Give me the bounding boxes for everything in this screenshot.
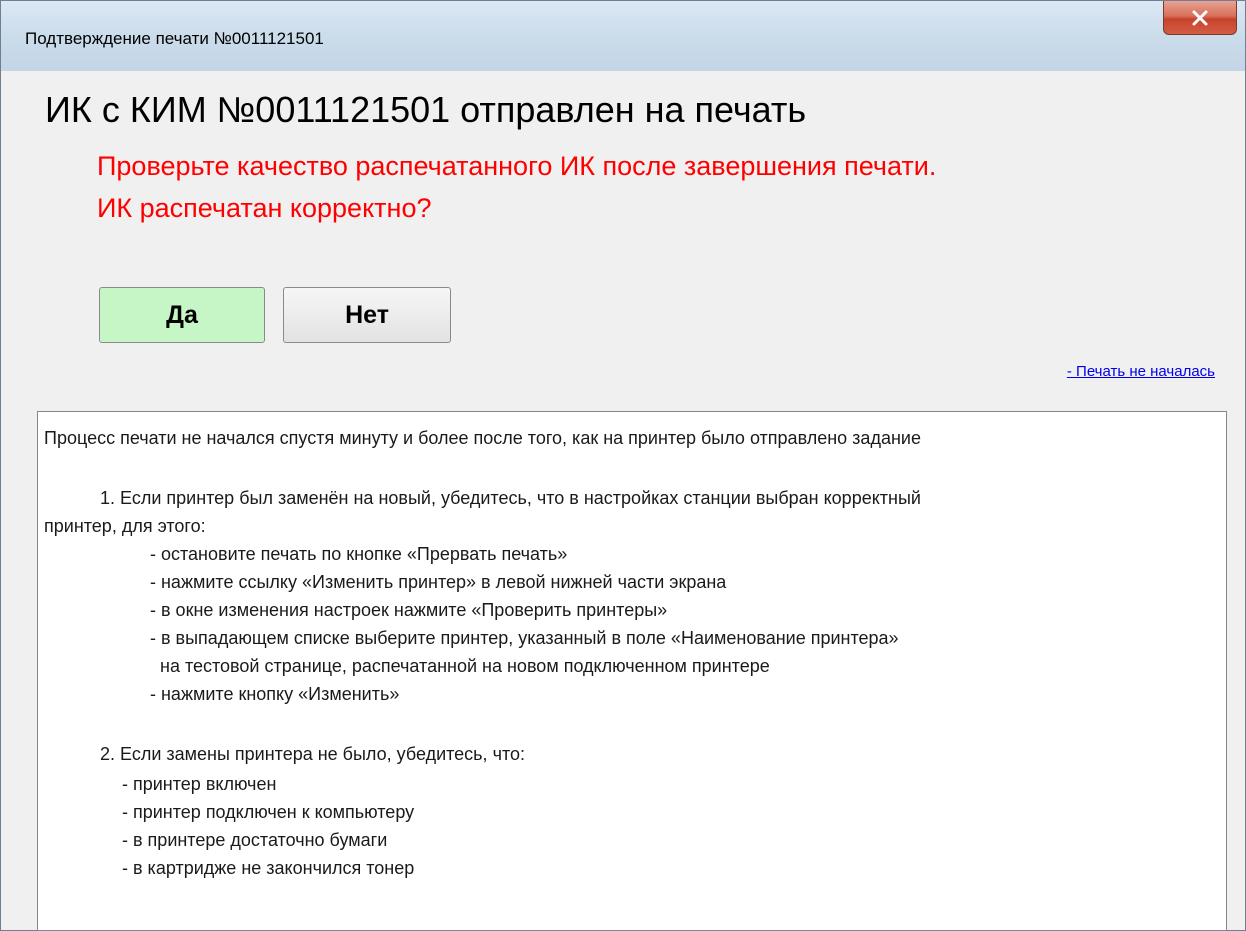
dialog-content: ИК с КИМ №0011121501 отправлен на печать… <box>9 71 1237 931</box>
instruction-line: - в окне изменения настроек нажмите «Про… <box>150 600 668 620</box>
print-confirmation-window: Подтверждение печати №0011121501 ИК с КИ… <box>0 0 1246 931</box>
instruction-line: - остановите печать по кнопке «Прервать … <box>150 544 568 564</box>
instruction-line: - в картридже не закончился тонер <box>122 858 415 878</box>
warning-line: Проверьте качество распечатанного ИК пос… <box>97 151 937 181</box>
instruction-line: - нажмите ссылку «Изменить принтер» в ле… <box>150 572 727 592</box>
instruction-line: 1. Если принтер был заменён на новый, уб… <box>100 488 921 508</box>
print-not-started-link[interactable]: - Печать не началась <box>1067 363 1215 380</box>
window-title: Подтверждение печати №0011121501 <box>25 29 324 48</box>
instruction-line: - принтер подключен к компьютеру <box>122 802 415 822</box>
instruction-line: - нажмите кнопку «Изменить» <box>150 684 400 704</box>
instruction-line: 2. Если замены принтера не было, убедите… <box>100 744 525 764</box>
instruction-line: Процесс печати не начался спустя минуту … <box>44 428 921 448</box>
instruction-line: - принтер включен <box>122 774 277 794</box>
instruction-line: на тестовой странице, распечатанной на н… <box>160 656 770 676</box>
instruction-line: принтер, для этого: <box>44 516 206 536</box>
warning-message: Проверьте качество распечатанного ИК пос… <box>97 145 936 229</box>
page-title: ИК с КИМ №0011121501 отправлен на печать <box>45 89 807 130</box>
instruction-line: - в принтере достаточно бумаги <box>122 830 388 850</box>
instruction-line: - в выпадающем списке выберите принтер, … <box>150 628 899 648</box>
yes-button[interactable]: Да <box>99 287 265 343</box>
close-icon <box>1192 10 1208 25</box>
warning-line: ИК распечатан корректно? <box>97 193 432 223</box>
instructions-text-box[interactable]: Процесс печати не начался спустя минуту … <box>37 411 1227 931</box>
no-button[interactable]: Нет <box>283 287 451 343</box>
title-bar: Подтверждение печати №0011121501 <box>1 1 1245 71</box>
close-button[interactable] <box>1163 1 1237 35</box>
